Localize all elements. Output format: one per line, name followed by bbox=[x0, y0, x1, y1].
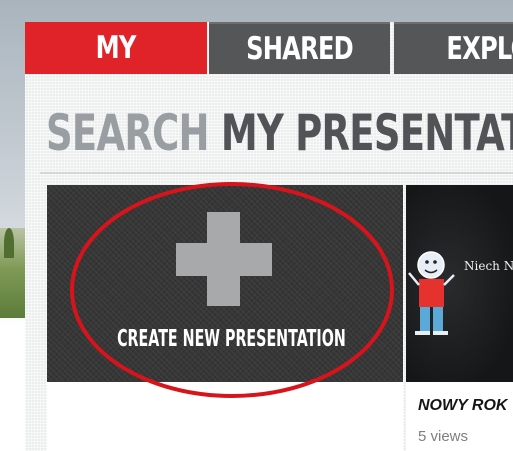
create-presentation-text: CREATE NEW PRESENTATION bbox=[117, 326, 346, 352]
tab-explore-label: EXPLOR bbox=[446, 31, 513, 67]
tab-my-label: MY bbox=[95, 30, 137, 66]
stick-figure-illustration bbox=[408, 251, 455, 335]
figure-arm-right bbox=[443, 274, 455, 286]
figure-leg-left bbox=[420, 307, 430, 331]
tab-shared[interactable]: SHARED bbox=[209, 22, 390, 74]
tab-my[interactable]: MY bbox=[25, 22, 207, 74]
figure-foot-right bbox=[433, 331, 448, 335]
search-word: SEARCH bbox=[46, 104, 209, 162]
presentation-views: 5 views bbox=[418, 428, 469, 445]
search-heading[interactable]: SEARCH MY PRESENTATIONS bbox=[46, 101, 513, 165]
thumbnail-caption: Niech N bbox=[464, 259, 513, 273]
figure-shirt bbox=[419, 279, 444, 307]
plus-icon-horizontal bbox=[176, 243, 272, 276]
figure-leg-right bbox=[433, 307, 443, 331]
tab-explore[interactable]: EXPLOR bbox=[394, 22, 513, 74]
figure-foot-left bbox=[415, 331, 430, 335]
figure-eye-right bbox=[433, 260, 437, 264]
tab-shared-label: SHARED bbox=[246, 31, 354, 67]
figure-head bbox=[417, 251, 445, 279]
presentation-title[interactable]: NOWY ROK bbox=[418, 397, 513, 415]
search-scope: MY PRESENTATIONS bbox=[220, 104, 513, 162]
figure-eye-left bbox=[425, 260, 429, 264]
divider bbox=[40, 172, 513, 174]
presentation-thumbnail[interactable] bbox=[406, 185, 513, 382]
figure-arm-left bbox=[408, 272, 420, 286]
create-card-footer bbox=[47, 382, 403, 451]
create-presentation-label: CREATE NEW PRESENTATION bbox=[47, 326, 403, 352]
